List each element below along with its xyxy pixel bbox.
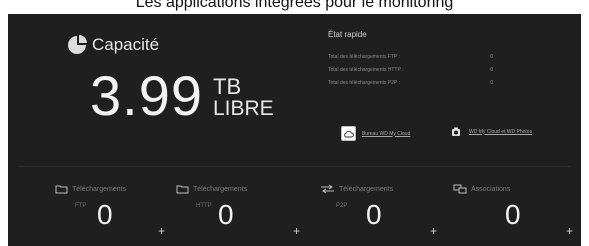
- tile-protocol: FTP: [75, 203, 87, 209]
- folder-icon: [176, 184, 189, 194]
- tile-count: 0: [97, 199, 113, 230]
- page-caption: Les applications intégrées pour le monit…: [135, 0, 454, 11]
- capacity-value: 3.99: [90, 64, 203, 127]
- section-divider: [18, 166, 571, 167]
- tile-title: Téléchargements: [339, 185, 394, 193]
- mycloud-desktop-link[interactable]: Bureau WD My Cloud: [341, 126, 410, 141]
- tile-title: Associations: [471, 185, 511, 193]
- mycloud-desktop-label: Bureau WD My Cloud: [362, 130, 411, 137]
- quick-status-label: Total des téléchargements P2P :: [328, 80, 400, 86]
- tile-title: Téléchargements: [193, 185, 248, 193]
- quick-status-label: Total des téléchargements HTTP :: [328, 67, 404, 73]
- tile-count: 0: [366, 199, 382, 230]
- tile-title: Téléchargements: [72, 185, 127, 193]
- associations-tile: Associations 0 +: [453, 184, 583, 242]
- dashboard-panel: Capacité 3.99 TB LIBRE État rapide Total…: [8, 14, 581, 246]
- tile-count: 0: [505, 199, 521, 230]
- folder-icon: [55, 184, 68, 194]
- quick-status-value: 0: [490, 67, 493, 73]
- associations-icon: [453, 184, 467, 194]
- capacity-header: Capacité: [66, 34, 159, 56]
- p2p-downloads-tile: Téléchargements P2P 0 +: [320, 184, 450, 242]
- quick-status-value: 0: [490, 54, 493, 60]
- quick-status-value: 0: [490, 80, 493, 86]
- tile-header: Téléchargements: [55, 184, 126, 194]
- quick-status-row-http: Total des téléchargements HTTP : 0: [328, 67, 498, 73]
- pie-chart-icon: [66, 34, 88, 56]
- cloud-icon: [341, 126, 356, 141]
- quick-status-title: État rapide: [328, 30, 367, 39]
- quick-status-row-p2p: Total des téléchargements P2P : 0: [328, 80, 498, 86]
- tile-header: Associations: [453, 184, 510, 194]
- camera-icon: [448, 124, 463, 139]
- plus-button[interactable]: +: [430, 225, 437, 237]
- quick-status-label: Total des téléchargements FTP :: [328, 54, 400, 60]
- tile-protocol: P2P: [336, 203, 348, 209]
- tile-protocol: HTTP: [196, 203, 212, 209]
- tile-header: Téléchargements: [176, 184, 247, 194]
- tile-count: 0: [218, 199, 234, 230]
- capacity-title: Capacité: [92, 35, 160, 54]
- tile-header: Téléchargements: [320, 184, 393, 194]
- quick-status-row-ftp: Total des téléchargements FTP : 0: [328, 54, 498, 60]
- capacity-unit: TB: [213, 74, 242, 99]
- plus-button[interactable]: +: [566, 225, 573, 237]
- wd-photos-link[interactable]: WD My Cloud et WD Photos: [448, 124, 532, 139]
- capacity-free-label: LIBRE: [213, 97, 274, 120]
- plus-button[interactable]: +: [293, 225, 300, 237]
- http-downloads-tile: Téléchargements HTTP 0 +: [176, 184, 306, 242]
- plus-button[interactable]: +: [158, 225, 165, 237]
- ftp-downloads-tile: Téléchargements FTP 0 +: [55, 184, 185, 242]
- wd-photos-label: WD My Cloud et WD Photos: [469, 128, 533, 135]
- p2p-icon: [320, 184, 335, 194]
